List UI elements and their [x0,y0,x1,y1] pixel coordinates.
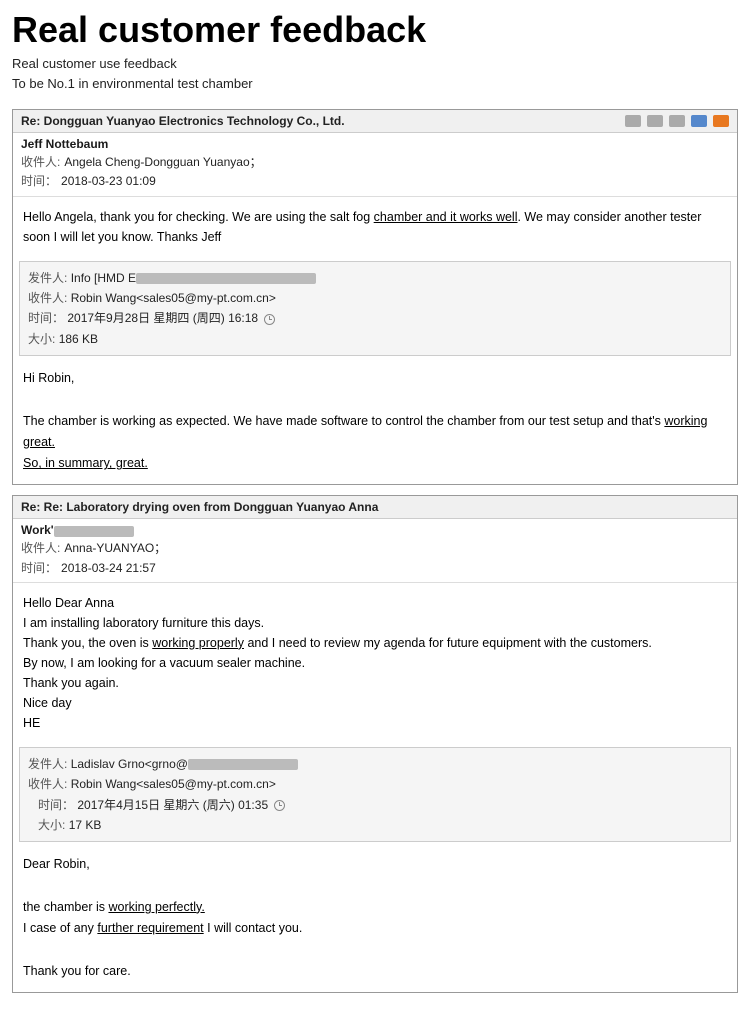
sender-name-2: Work' [21,523,729,537]
email-body-1: Hello Angela, thank you for checking. We… [13,199,737,255]
email-meta-2: Work' 收件人: Anna-YUANYAO； 时间： 2018-03-24 … [13,519,737,579]
nested-body-2: Dear Robin, the chamber is working perfe… [13,848,737,992]
icon-flag [713,115,729,127]
meta-row-to-1: 收件人: Angela Cheng-Dongguan Yuanyao； [21,153,729,172]
nested-email-1: 发件人: Info [HMD E 收件人: Robin Wang<sales05… [19,261,731,357]
blurred-sender-1 [136,273,316,284]
icon-info [691,115,707,127]
icon-reply [647,115,663,127]
blurred-sender-3 [188,759,298,770]
clock-icon-2 [274,800,285,811]
email-meta-1: Jeff Nottebaum 收件人: Angela Cheng-Donggua… [13,133,737,193]
nested-highlight-4: further requirement [97,921,203,935]
clock-icon-1 [264,314,275,325]
page-title: Real customer feedback [12,10,738,50]
highlight-working: working properly [152,636,244,650]
subtitle: Real customer use feedback To be No.1 in… [12,54,738,96]
email-header-icons-1 [625,115,729,127]
meta-row-to-2: 收件人: Anna-YUANYAO； [21,539,729,558]
nested-body-1: Hi Robin, The chamber is working as expe… [13,362,737,484]
sender-name-1: Jeff Nottebaum [21,137,729,151]
email-card-1: Re: Dongguan Yuanyao Electronics Technol… [12,109,738,485]
meta-row-time-1: 时间： 2018-03-23 01:09 [21,172,729,191]
email-header-bar-2: Re: Re: Laboratory drying oven from Dong… [13,496,737,519]
email-subject-1: Re: Dongguan Yuanyao Electronics Technol… [21,114,345,128]
icon-forward [669,115,685,127]
icon-attach [625,115,641,127]
nested-highlight-2: So, in summary, great. [23,456,148,470]
meta-row-time-2: 时间： 2018-03-24 21:57 [21,559,729,578]
highlighted-text-1: chamber and it works well [374,210,518,224]
email-card-2: Re: Re: Laboratory drying oven from Dong… [12,495,738,992]
blurred-sender-2 [54,526,134,537]
nested-email-2: 发件人: Ladislav Grno<grno@ 收件人: Robin Wang… [19,747,731,843]
email-subject-2: Re: Re: Laboratory drying oven from Dong… [21,500,378,514]
email-body-2: Hello Dear Anna I am installing laborato… [13,585,737,741]
email-header-bar-1: Re: Dongguan Yuanyao Electronics Technol… [13,110,737,133]
nested-highlight-3: working perfectly. [108,900,204,914]
